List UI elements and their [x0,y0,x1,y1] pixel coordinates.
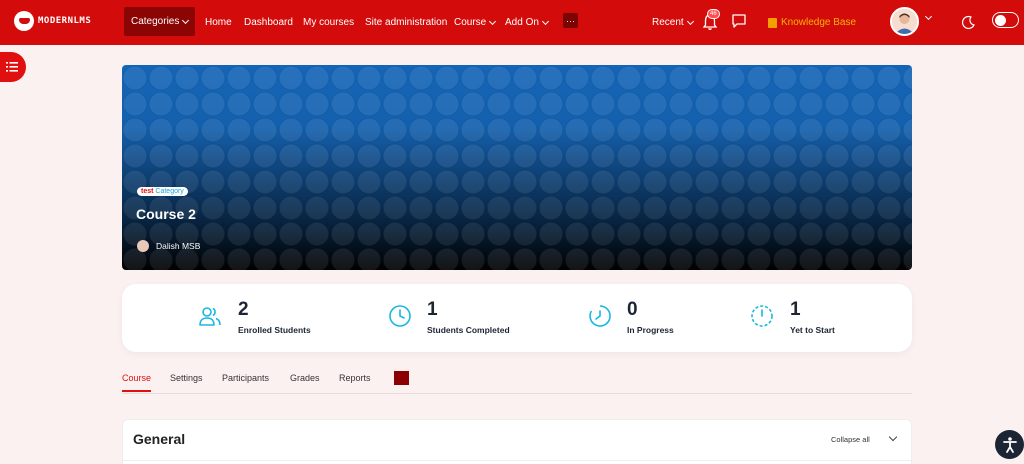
notification-count-badge: 46 [707,9,720,19]
nav-add-on[interactable]: Add On [505,0,549,45]
stat-label: Students Completed [427,325,510,335]
section-title: General [133,431,186,447]
stat-value: 1 [427,299,438,320]
tab-more-button[interactable] [394,371,409,385]
recent-label: Recent [652,17,684,28]
theme-icon[interactable] [961,14,977,30]
avatar-image [892,9,917,34]
book-icon [768,17,777,28]
tab-grades[interactable]: Grades [290,373,320,383]
stat-label: Enrolled Students [238,325,311,335]
stat-value: 2 [238,299,249,320]
banner-pattern [122,65,912,270]
course-header-banner: test Category Course 2 Dalish MSB [122,65,912,270]
users-icon [199,307,221,326]
category-name: Category [155,188,184,195]
toggle-knob [995,14,1006,26]
course-index-drawer-button[interactable] [0,52,26,82]
stat-label: In Progress [627,325,674,335]
nav-add-on-label: Add On [505,17,539,28]
user-avatar[interactable] [890,7,919,36]
course-teacher[interactable]: Dalish MSB [137,240,200,252]
teacher-name: Dalish MSB [156,241,201,251]
chevron-down-icon [489,17,497,25]
nav-my-courses[interactable]: My courses [303,0,354,45]
category-prefix: test [141,188,154,195]
nav-home[interactable]: Home [205,0,232,45]
teacher-avatar [137,240,149,252]
nav-course-label: Course [454,17,487,28]
chevron-down-icon[interactable] [888,432,898,442]
recent-menu[interactable]: Recent [652,0,694,45]
stat-label: Yet to Start [790,325,835,335]
knowledge-base-label: Knowledge Base [781,17,857,28]
tab-reports[interactable]: Reports [339,373,371,383]
tab-course[interactable]: Course [122,373,151,383]
section-general: General Collapse all [122,419,912,464]
nav-categories[interactable]: Categories [124,7,196,36]
accessibility-button[interactable] [995,430,1024,459]
category-badge[interactable]: test Category [137,187,188,196]
collapse-all-link[interactable]: Collapse all [831,435,870,444]
nav-dashboard[interactable]: Dashboard [244,0,293,45]
section-divider [123,460,911,461]
top-navbar: MODERNLMS Categories Home Dashboard My c… [0,0,1024,45]
chevron-down-icon [541,17,549,25]
logo-icon [14,11,34,31]
stat-value: 0 [627,299,638,320]
chevron-down-icon [686,17,694,25]
nav-site-administration[interactable]: Site administration [365,0,447,45]
site-logo[interactable]: MODERNLMS [14,11,91,31]
tabs-divider [122,393,912,394]
accessibility-icon [1002,436,1017,453]
timer-icon [751,305,773,327]
nav-course[interactable]: Course [454,0,497,45]
chat-icon[interactable] [731,13,747,29]
nav-categories-label: Categories [131,16,180,27]
course-stats-card: 2 Enrolled Students 1 Students Completed… [122,284,912,352]
knowledge-base-link[interactable]: Knowledge Base [768,0,856,45]
tab-settings[interactable]: Settings [170,373,203,383]
chevron-down-icon [182,16,190,24]
progress-clock-icon [589,305,611,327]
stat-value: 1 [790,299,801,320]
brand-name: MODERNLMS [38,16,92,26]
clock-icon [389,305,411,327]
tab-participants[interactable]: Participants [222,373,269,383]
dark-mode-toggle[interactable] [992,12,1019,28]
chevron-down-icon[interactable] [924,12,933,21]
more-menu-button[interactable]: ··· [563,13,578,28]
active-tab-indicator [122,390,151,392]
list-icon [6,62,18,72]
course-title: Course 2 [136,206,196,222]
